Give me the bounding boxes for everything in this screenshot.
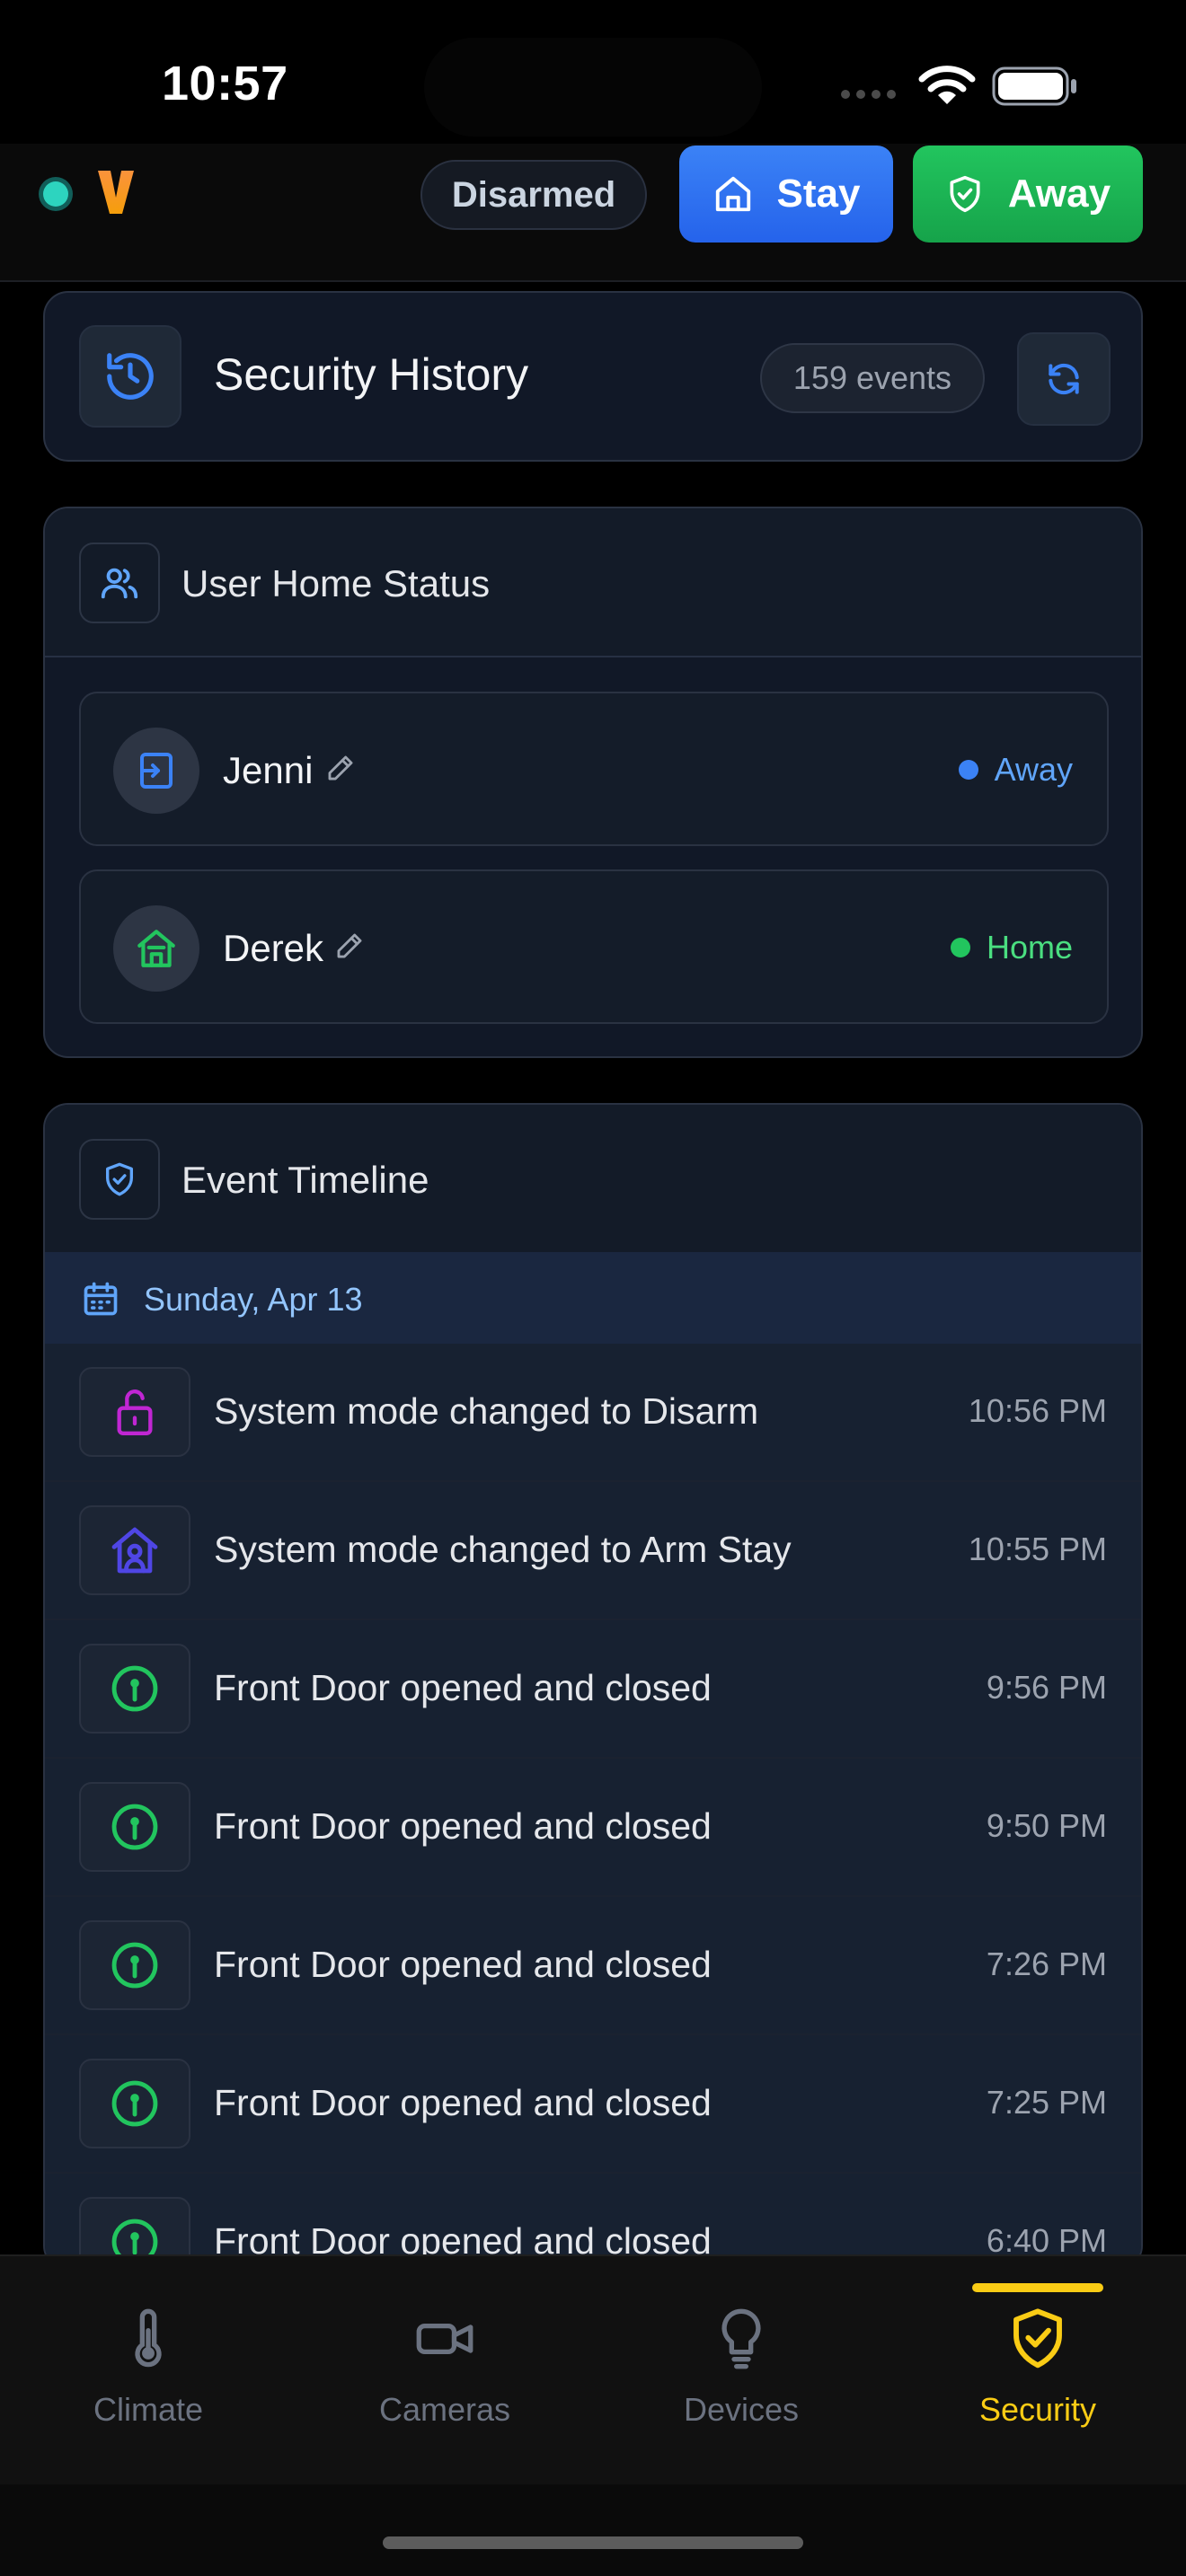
event-time: 10:55 PM xyxy=(968,1531,1107,1567)
user-avatar xyxy=(113,905,199,992)
event-time: 9:50 PM xyxy=(986,1807,1107,1844)
door-sensor-icon xyxy=(79,1782,190,1872)
edit-icon[interactable] xyxy=(334,931,365,961)
door-sensor-icon xyxy=(79,1644,190,1734)
user-status: Home xyxy=(950,929,1073,966)
user-row-derek[interactable]: Derek Home xyxy=(79,869,1109,1024)
user-home-status-card: User Home Status Jenni Away Derek Home xyxy=(43,507,1143,1058)
bottom-tab-bar: Climate Cameras Devices Security xyxy=(0,2254,1186,2486)
date-label: Sunday, Apr 13 xyxy=(144,1281,363,1318)
event-row[interactable]: Front Door opened and closed 7:26 PM xyxy=(45,1897,1141,2035)
tab-climate[interactable]: Climate xyxy=(0,2256,296,2486)
event-description: System mode changed to Disarm xyxy=(214,1390,759,1432)
app-header: Disarmed Stay Away xyxy=(0,144,1186,282)
wifi-icon xyxy=(918,65,976,106)
cellular-signal-icon xyxy=(841,90,896,99)
arm-stay-label: Stay xyxy=(776,172,861,216)
status-dot xyxy=(950,938,970,957)
users-icon xyxy=(79,543,160,623)
date-header: Sunday, Apr 13 xyxy=(45,1252,1141,1345)
user-status-label: Home xyxy=(986,929,1073,966)
event-list: System mode changed to Disarm 10:56 PM S… xyxy=(45,1344,1141,2269)
refresh-button[interactable] xyxy=(1017,332,1111,426)
home-indicator-area xyxy=(0,2484,1186,2576)
door-sensor-icon xyxy=(79,2059,190,2148)
arm-stay-button[interactable]: Stay xyxy=(679,146,893,243)
security-history-title: Security History xyxy=(214,349,529,400)
event-description: Front Door opened and closed xyxy=(214,1944,712,1985)
enter-icon xyxy=(140,753,173,789)
system-mode-pill: Disarmed xyxy=(420,160,647,230)
lightbulb-icon xyxy=(712,2307,770,2371)
shield-check-icon xyxy=(950,175,980,213)
event-time: 7:25 PM xyxy=(986,2084,1107,2121)
event-time: 9:56 PM xyxy=(986,1669,1107,1706)
status-bar: 10:57 xyxy=(0,0,1186,144)
user-name: Derek xyxy=(223,927,324,969)
tab-climate-label: Climate xyxy=(93,2391,204,2428)
user-home-status-title: User Home Status xyxy=(181,562,491,604)
status-time: 10:57 xyxy=(162,57,288,110)
refresh-icon xyxy=(1049,363,1079,395)
dynamic-island xyxy=(424,38,762,137)
user-avatar xyxy=(113,728,199,814)
tab-devices-label: Devices xyxy=(683,2391,800,2428)
event-time: 7:26 PM xyxy=(986,1945,1107,1982)
event-row[interactable]: Front Door opened and closed 7:25 PM xyxy=(45,2035,1141,2174)
tab-cameras-label: Cameras xyxy=(378,2391,511,2428)
home-icon xyxy=(715,176,750,212)
user-status: Away xyxy=(958,751,1073,789)
home-icon xyxy=(137,930,175,967)
event-description: Front Door opened and closed xyxy=(214,1667,712,1708)
status-dot xyxy=(958,760,978,780)
app-logo[interactable] xyxy=(95,167,137,217)
event-row[interactable]: Front Door opened and closed 9:50 PM xyxy=(45,1759,1141,1897)
home-indicator[interactable] xyxy=(383,2536,803,2549)
history-icon xyxy=(79,325,181,428)
user-row-jenni[interactable]: Jenni Away xyxy=(79,692,1109,846)
event-timeline-card: Event Timeline Sunday, Apr 13 System mod… xyxy=(43,1103,1143,2271)
event-row[interactable]: Front Door opened and closed 9:56 PM xyxy=(45,1620,1141,1759)
tab-security-label: Security xyxy=(978,2391,1097,2428)
calendar-icon xyxy=(81,1279,120,1319)
unlock-icon xyxy=(79,1367,190,1457)
shield-check-icon xyxy=(1009,2307,1067,2371)
door-sensor-icon xyxy=(79,1920,190,2010)
event-description: Front Door opened and closed xyxy=(214,2082,712,2123)
event-time: 10:56 PM xyxy=(968,1392,1107,1429)
event-description: System mode changed to Arm Stay xyxy=(214,1529,792,1570)
tab-devices[interactable]: Devices xyxy=(593,2256,890,2486)
video-camera-icon xyxy=(414,2307,475,2371)
event-row[interactable]: System mode changed to Disarm 10:56 PM xyxy=(45,1344,1141,1482)
edit-icon[interactable] xyxy=(325,753,356,783)
arm-away-button[interactable]: Away xyxy=(913,146,1143,243)
event-timeline-title: Event Timeline xyxy=(181,1159,429,1201)
connection-status-dot xyxy=(43,181,68,207)
shield-check-icon xyxy=(79,1139,160,1220)
event-row[interactable]: System mode changed to Arm Stay 10:55 PM xyxy=(45,1482,1141,1620)
tab-cameras[interactable]: Cameras xyxy=(296,2256,593,2486)
user-home-status-header: User Home Status xyxy=(45,508,1141,657)
user-name: Jenni xyxy=(223,749,314,791)
user-status-label: Away xyxy=(994,751,1073,788)
security-history-card: Security History 159 events xyxy=(43,291,1143,462)
arm-away-label: Away xyxy=(1007,172,1111,216)
active-tab-indicator xyxy=(972,2283,1103,2292)
thermometer-icon xyxy=(119,2307,177,2371)
battery-icon xyxy=(992,66,1078,106)
event-description: Front Door opened and closed xyxy=(214,1805,712,1847)
event-timeline-header: Event Timeline xyxy=(45,1105,1141,1254)
event-count-badge: 159 events xyxy=(760,343,985,413)
home-person-icon xyxy=(79,1505,190,1595)
